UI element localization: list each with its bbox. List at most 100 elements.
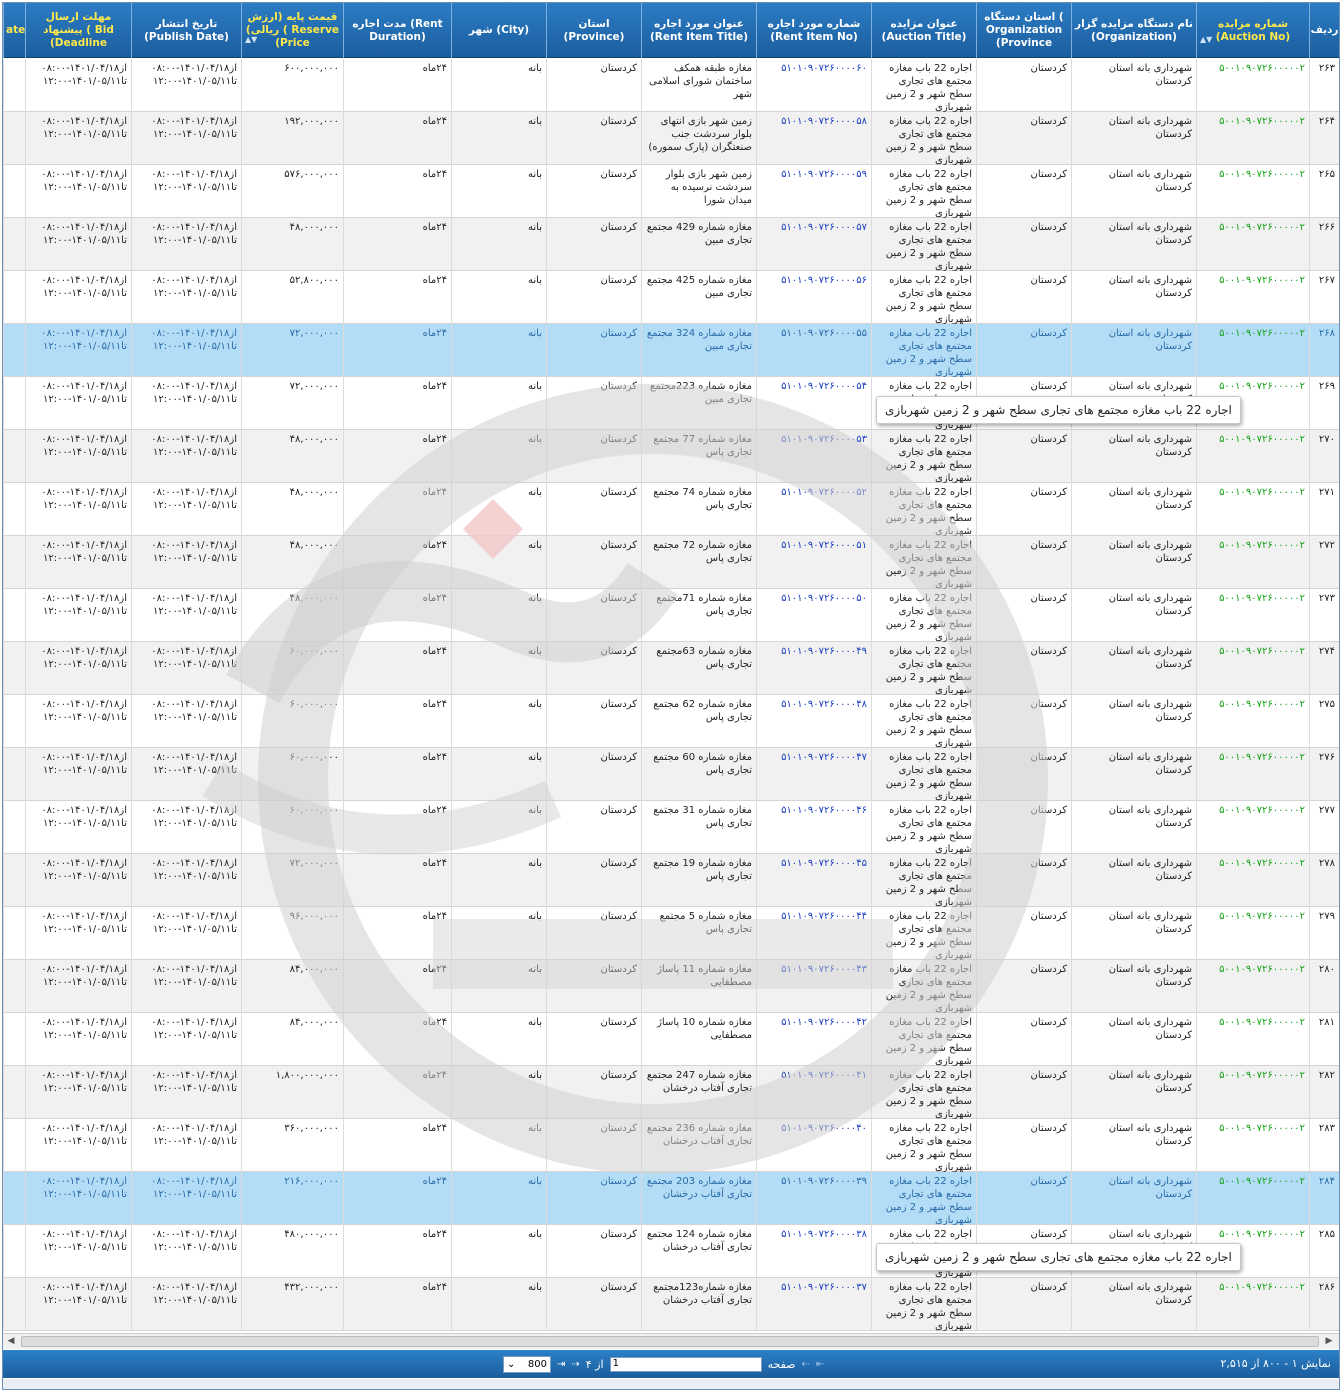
cell-rent-item-no[interactable]: ۵۱۰۱۰۹۰۷۲۶۰۰۰۰۵۴: [756, 377, 871, 430]
cell-auction-no[interactable]: ۵۰۰۱۰۹۰۷۲۶۰۰۰۰۰۲: [1196, 1013, 1309, 1066]
cell-rent-item-no[interactable]: ۵۱۰۱۰۹۰۷۲۶۰۰۰۰۴۶: [756, 801, 871, 854]
scrollbar-thumb[interactable]: [21, 1336, 1319, 1347]
cell-rent-item-no[interactable]: ۵۱۰۱۰۹۰۷۲۶۰۰۰۰۵۰: [756, 589, 871, 642]
table-row[interactable]: ۲۷۴ ۵۰۰۱۰۹۰۷۲۶۰۰۰۰۰۲ شهرداری بانه استان کر…: [3, 642, 1339, 695]
cell-auction-no[interactable]: ۵۰۰۱۰۹۰۷۲۶۰۰۰۰۰۲: [1196, 1172, 1309, 1225]
col-header-cut[interactable]: ate: [3, 3, 25, 58]
col-header-rent-duration[interactable]: مدت اجاره (Rent Duration): [343, 3, 451, 58]
cell-auction-no[interactable]: ۵۰۰۱۰۹۰۷۲۶۰۰۰۰۰۲: [1196, 748, 1309, 801]
cell-auction-no[interactable]: ۵۰۰۱۰۹۰۷۲۶۰۰۰۰۰۲: [1196, 801, 1309, 854]
prev-page-icon[interactable]: ⇠: [801, 1359, 809, 1370]
cell-auction-no[interactable]: ۵۰۰۱۰۹۰۷۲۶۰۰۰۰۰۲: [1196, 536, 1309, 589]
page-size-select[interactable]: ⌄ 800: [503, 1355, 551, 1373]
table-row[interactable]: ۲۶۳ ۵۰۰۱۰۹۰۷۲۶۰۰۰۰۰۲ شهرداری بانه استان کر…: [3, 59, 1339, 112]
table-row[interactable]: ۲۶۶ ۵۰۰۱۰۹۰۷۲۶۰۰۰۰۰۲ شهرداری بانه استان کر…: [3, 218, 1339, 271]
cell-auction-no[interactable]: ۵۰۰۱۰۹۰۷۲۶۰۰۰۰۰۲: [1196, 642, 1309, 695]
cell-auction-no[interactable]: ۵۰۰۱۰۹۰۷۲۶۰۰۰۰۰۲: [1196, 430, 1309, 483]
col-header-publish-date[interactable]: تاریخ انتشار (Publish Date): [131, 3, 241, 58]
cell-cut-edge: [3, 59, 25, 112]
cell-rent-item-no[interactable]: ۵۱۰۱۰۹۰۷۲۶۰۰۰۰۴۴: [756, 907, 871, 960]
table-row[interactable]: ۲۷۹ ۵۰۰۱۰۹۰۷۲۶۰۰۰۰۰۲ شهرداری بانه استان کر…: [3, 907, 1339, 960]
table-row[interactable]: ۲۶۷ ۵۰۰۱۰۹۰۷۲۶۰۰۰۰۰۲ شهرداری بانه استان کر…: [3, 271, 1339, 324]
cell-auction-no[interactable]: ۵۰۰۱۰۹۰۷۲۶۰۰۰۰۰۲: [1196, 695, 1309, 748]
cell-rent-item-no[interactable]: ۵۱۰۱۰۹۰۷۲۶۰۰۰۰۴۳: [756, 960, 871, 1013]
last-page-icon[interactable]: ⇥: [557, 1359, 565, 1370]
table-row[interactable]: ۲۸۰ ۵۰۰۱۰۹۰۷۲۶۰۰۰۰۰۲ شهرداری بانه استان کر…: [3, 960, 1339, 1013]
cell-rent-item-no[interactable]: ۵۱۰۱۰۹۰۷۲۶۰۰۰۰۵۵: [756, 324, 871, 377]
cell-auction-no[interactable]: ۵۰۰۱۰۹۰۷۲۶۰۰۰۰۰۲: [1196, 271, 1309, 324]
cell-auction-no[interactable]: ۵۰۰۱۰۹۰۷۲۶۰۰۰۰۰۲: [1196, 854, 1309, 907]
cell-auction-no[interactable]: ۵۰۰۱۰۹۰۷۲۶۰۰۰۰۰۲: [1196, 165, 1309, 218]
cell-auction-no[interactable]: ۵۰۰۱۰۹۰۷۲۶۰۰۰۰۰۲: [1196, 59, 1309, 112]
col-header-auction-title[interactable]: عنوان مزایده (Auction Title): [871, 3, 976, 58]
cell-rent-item-no[interactable]: ۵۱۰۱۰۹۰۷۲۶۰۰۰۰۳۷: [756, 1278, 871, 1331]
table-row[interactable]: ۲۶۵ ۵۰۰۱۰۹۰۷۲۶۰۰۰۰۰۲ شهرداری بانه استان کر…: [3, 165, 1339, 218]
table-row[interactable]: ۲۷۸ ۵۰۰۱۰۹۰۷۲۶۰۰۰۰۰۲ شهرداری بانه استان کر…: [3, 854, 1339, 907]
horizontal-scrollbar[interactable]: ◀ ▶: [3, 1333, 1339, 1349]
cell-rent-item-no[interactable]: ۵۱۰۱۰۹۰۷۲۶۰۰۰۰۵۱: [756, 536, 871, 589]
col-header-city[interactable]: شهر (City): [451, 3, 546, 58]
table-row[interactable]: ۲۷۵ ۵۰۰۱۰۹۰۷۲۶۰۰۰۰۰۲ شهرداری بانه استان کر…: [3, 695, 1339, 748]
cell-rent-item-no[interactable]: ۵۱۰۱۰۹۰۷۲۶۰۰۰۰۴۹: [756, 642, 871, 695]
cell-rent-item-no[interactable]: ۵۱۰۱۰۹۰۷۲۶۰۰۰۰۴۵: [756, 854, 871, 907]
cell-auction-title: اجاره 22 باب مغازه مجتمع های تجاری سطح ش…: [871, 748, 976, 801]
next-page-icon[interactable]: ⇢: [571, 1359, 579, 1370]
table-row[interactable]: ۲۷۶ ۵۰۰۱۰۹۰۷۲۶۰۰۰۰۰۲ شهرداری بانه استان کر…: [3, 748, 1339, 801]
cell-auction-no[interactable]: ۵۰۰۱۰۹۰۷۲۶۰۰۰۰۰۲: [1196, 960, 1309, 1013]
cell-auction-no[interactable]: ۵۰۰۱۰۹۰۷۲۶۰۰۰۰۰۲: [1196, 1066, 1309, 1119]
cell-price: ۴۸۰,۰۰۰,۰۰۰: [241, 1225, 343, 1278]
cell-auction-no[interactable]: ۵۰۰۱۰۹۰۷۲۶۰۰۰۰۰۲: [1196, 112, 1309, 165]
col-header-province[interactable]: استان (Province): [546, 3, 641, 58]
table-row[interactable]: ۲۸۶ ۵۰۰۱۰۹۰۷۲۶۰۰۰۰۰۲ شهرداری بانه استان کر…: [3, 1278, 1339, 1331]
scroll-left-icon[interactable]: ◀: [5, 1336, 17, 1347]
page-number-input[interactable]: 1: [609, 1356, 762, 1372]
cell-rent-item-no[interactable]: ۵۱۰۱۰۹۰۷۲۶۰۰۰۰۴۷: [756, 748, 871, 801]
col-header-row-no[interactable]: ردیف: [1309, 3, 1339, 58]
table-row[interactable]: ۲۶۴ ۵۰۰۱۰۹۰۷۲۶۰۰۰۰۰۲ شهرداری بانه استان کر…: [3, 112, 1339, 165]
cell-rent-item-no[interactable]: ۵۱۰۱۰۹۰۷۲۶۰۰۰۰۵۶: [756, 271, 871, 324]
cell-province: کردستان: [546, 589, 641, 642]
col-header-org-province[interactable]: استان دستگاه ( Organization (Province: [976, 3, 1071, 58]
table-row[interactable]: ۲۷۱ ۵۰۰۱۰۹۰۷۲۶۰۰۰۰۰۲ شهرداری بانه استان کر…: [3, 483, 1339, 536]
cell-auction-no[interactable]: ۵۰۰۱۰۹۰۷۲۶۰۰۰۰۰۲: [1196, 218, 1309, 271]
cell-rent-item-no[interactable]: ۵۱۰۱۰۹۰۷۲۶۰۰۰۰۳۹: [756, 1172, 871, 1225]
table-row[interactable]: ۲۷۳ ۵۰۰۱۰۹۰۷۲۶۰۰۰۰۰۲ شهرداری بانه استان کر…: [3, 589, 1339, 642]
col-header-price[interactable]: قیمت پایه (ارزش ریالی) ( Reserve (Price ▲…: [241, 3, 343, 58]
sort-icon[interactable]: ▲▼: [245, 33, 257, 46]
col-header-rent-item-title[interactable]: عنوان مورد اجاره (Rent Item Title): [641, 3, 756, 58]
table-row[interactable]: ۲۷۰ ۵۰۰۱۰۹۰۷۲۶۰۰۰۰۰۲ شهرداری بانه استان کر…: [3, 430, 1339, 483]
cell-rent-item-no[interactable]: ۵۱۰۱۰۹۰۷۲۶۰۰۰۰۵۷: [756, 218, 871, 271]
cell-auction-no[interactable]: ۵۰۰۱۰۹۰۷۲۶۰۰۰۰۰۲: [1196, 324, 1309, 377]
table-row[interactable]: ۲۶۸ ۵۰۰۱۰۹۰۷۲۶۰۰۰۰۰۲ شهرداری بانه استان کر…: [3, 324, 1339, 377]
cell-rent-item-no[interactable]: ۵۱۰۱۰۹۰۷۲۶۰۰۰۰۵۳: [756, 430, 871, 483]
cell-rent-item-no[interactable]: ۵۱۰۱۰۹۰۷۲۶۰۰۰۰۴۱: [756, 1066, 871, 1119]
cell-rent-item-no[interactable]: ۵۱۰۱۰۹۰۷۲۶۰۰۰۰۶۰: [756, 59, 871, 112]
cell-auction-no[interactable]: ۵۰۰۱۰۹۰۷۲۶۰۰۰۰۰۲: [1196, 589, 1309, 642]
col-header-deadline[interactable]: مهلت ارسال پیشنهاد ( Bid (Deadline: [25, 3, 131, 58]
col-header-rent-item-no[interactable]: شماره مورد اجاره (Rent Item No): [756, 3, 871, 58]
cell-auction-no[interactable]: ۵۰۰۱۰۹۰۷۲۶۰۰۰۰۰۲: [1196, 1119, 1309, 1172]
col-header-organization[interactable]: نام دستگاه مزایده گزار (Organization): [1071, 3, 1196, 58]
cell-rent-item-no[interactable]: ۵۱۰۱۰۹۰۷۲۶۰۰۰۰۴۲: [756, 1013, 871, 1066]
sort-icon[interactable]: ▲▼: [1200, 33, 1212, 46]
cell-rent-item-no[interactable]: ۵۱۰۱۰۹۰۷۲۶۰۰۰۰۴۸: [756, 695, 871, 748]
cell-rent-item-no[interactable]: ۵۱۰۱۰۹۰۷۲۶۰۰۰۰۵۸: [756, 112, 871, 165]
table-row[interactable]: ۲۸۴ ۵۰۰۱۰۹۰۷۲۶۰۰۰۰۰۲ شهرداری بانه استان کر…: [3, 1172, 1339, 1225]
table-row[interactable]: ۲۷۷ ۵۰۰۱۰۹۰۷۲۶۰۰۰۰۰۲ شهرداری بانه استان کر…: [3, 801, 1339, 854]
cell-rent-item-no[interactable]: ۵۱۰۱۰۹۰۷۲۶۰۰۰۰۵۹: [756, 165, 871, 218]
pagination-bar: نمایش ۱ - ۸۰۰ از ۲,۵۱۵ ⇤ ⇠ صفحه 1 از ۴ ⇢…: [3, 1350, 1339, 1378]
cell-auction-no[interactable]: ۵۰۰۱۰۹۰۷۲۶۰۰۰۰۰۲: [1196, 907, 1309, 960]
cell-price: ۱۹۲,۰۰۰,۰۰۰: [241, 112, 343, 165]
table-row[interactable]: ۲۸۱ ۵۰۰۱۰۹۰۷۲۶۰۰۰۰۰۲ شهرداری بانه استان کر…: [3, 1013, 1339, 1066]
table-row[interactable]: ۲۸۳ ۵۰۰۱۰۹۰۷۲۶۰۰۰۰۰۲ شهرداری بانه استان کر…: [3, 1119, 1339, 1172]
cell-auction-no[interactable]: ۵۰۰۱۰۹۰۷۲۶۰۰۰۰۰۲: [1196, 1278, 1309, 1331]
cell-rent-item-no[interactable]: ۵۱۰۱۰۹۰۷۲۶۰۰۰۰۴۰: [756, 1119, 871, 1172]
cell-rent-item-no[interactable]: ۵۱۰۱۰۹۰۷۲۶۰۰۰۰۵۲: [756, 483, 871, 536]
scroll-right-icon[interactable]: ▶: [1323, 1336, 1335, 1347]
cell-rent-item-no[interactable]: ۵۱۰۱۰۹۰۷۲۶۰۰۰۰۳۸: [756, 1225, 871, 1278]
cell-auction-no[interactable]: ۵۰۰۱۰۹۰۷۲۶۰۰۰۰۰۲: [1196, 483, 1309, 536]
table-row[interactable]: ۲۸۲ ۵۰۰۱۰۹۰۷۲۶۰۰۰۰۰۲ شهرداری بانه استان کر…: [3, 1066, 1339, 1119]
first-page-icon[interactable]: ⇤: [816, 1359, 824, 1370]
table-row[interactable]: ۲۷۲ ۵۰۰۱۰۹۰۷۲۶۰۰۰۰۰۲ شهرداری بانه استان کر…: [3, 536, 1339, 589]
col-header-auction-no[interactable]: شماره مزایده (Auction No) ▲▼: [1196, 3, 1309, 58]
